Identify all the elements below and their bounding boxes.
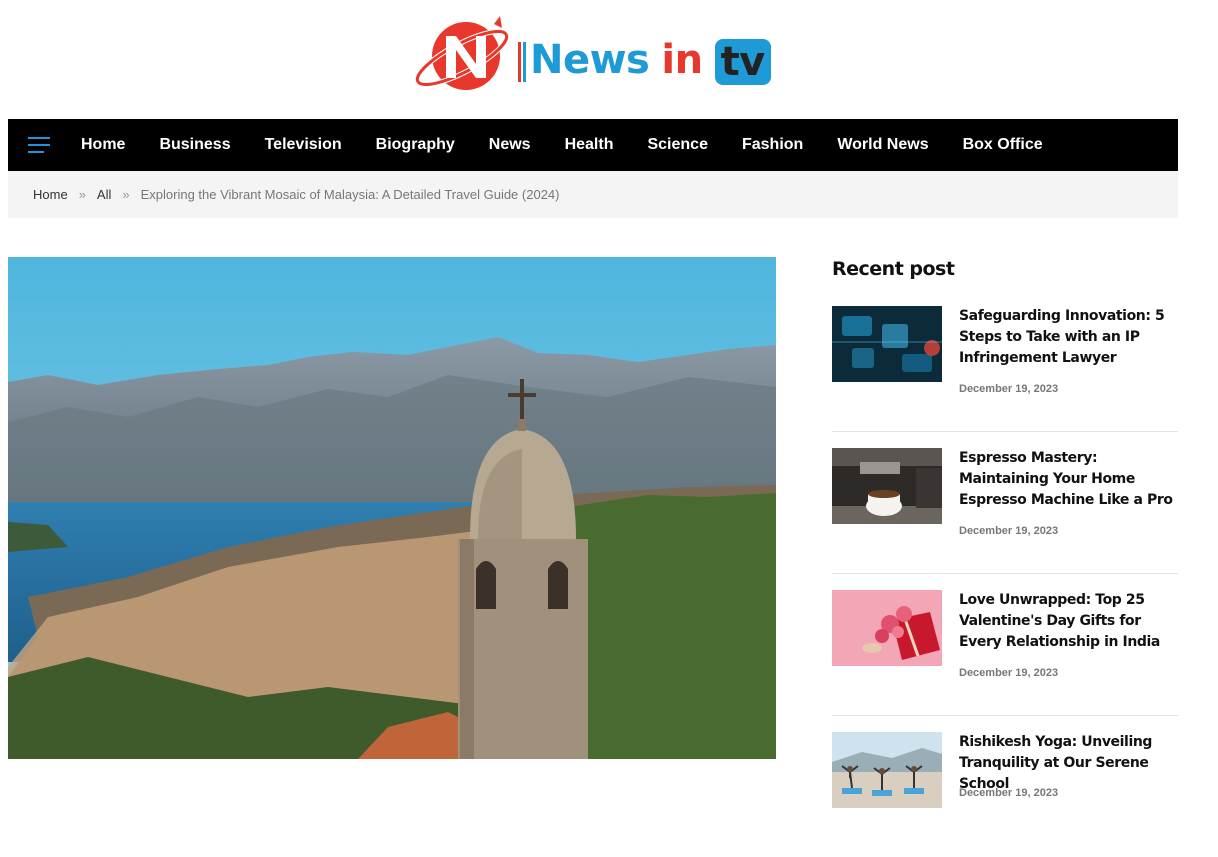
recent-post-item: Safeguarding Innovation: 5 Steps to Take…	[832, 306, 1178, 432]
logo-text: News in tv	[516, 34, 771, 86]
logo-word-tv: tv	[714, 39, 771, 85]
logo-word-news: News	[530, 37, 650, 83]
nav-item-fashion[interactable]: Fashion	[725, 119, 820, 171]
recent-post-item: Espresso Mastery: Maintaining Your Home …	[832, 448, 1178, 574]
nav-item-home[interactable]: Home	[64, 119, 142, 171]
post-title-link[interactable]: Rishikesh Yoga: Unveiling Tranquility at…	[959, 732, 1178, 795]
post-date: December 19, 2023	[959, 787, 1059, 799]
nav-item-business[interactable]: Business	[142, 119, 247, 171]
breadcrumb-separator: »	[78, 187, 86, 202]
nav-item-news[interactable]: News	[472, 119, 548, 171]
nav-item-world-news[interactable]: World News	[820, 119, 945, 171]
hamburger-menu-icon[interactable]	[28, 137, 50, 153]
breadcrumb: Home » All » Exploring the Vibrant Mosai…	[8, 171, 1178, 218]
nav-item-science[interactable]: Science	[630, 119, 724, 171]
breadcrumb-all-link[interactable]: All	[97, 187, 111, 202]
nav-item-biography[interactable]: Biography	[359, 119, 472, 171]
nav-item-television[interactable]: Television	[248, 119, 359, 171]
post-title-link[interactable]: Love Unwrapped: Top 25 Valentine's Day G…	[959, 590, 1178, 653]
site-header: News in tv	[0, 0, 1218, 119]
roses-gift-box-thumbnail	[832, 590, 942, 666]
breadcrumb-current-page: Exploring the Vibrant Mosaic of Malaysia…	[140, 187, 560, 202]
sidebar-recent-posts: Recent post Safeguarding Innovation: 5 S…	[832, 255, 1178, 857]
nav-item-box-office[interactable]: Box Office	[946, 119, 1060, 171]
breadcrumb-home-link[interactable]: Home	[33, 187, 68, 202]
sidebar-title: Recent post	[832, 258, 955, 280]
site-logo[interactable]: News in tv	[410, 14, 771, 98]
logo-word-in: in	[661, 37, 703, 83]
recent-post-item: Love Unwrapped: Top 25 Valentine's Day G…	[832, 590, 1178, 716]
yoga-group-thumbnail	[832, 732, 942, 808]
post-thumbnail[interactable]	[832, 448, 942, 524]
post-date: December 19, 2023	[959, 667, 1059, 679]
post-title-link[interactable]: Espresso Mastery: Maintaining Your Home …	[959, 448, 1178, 511]
post-thumbnail[interactable]	[832, 306, 942, 382]
breadcrumb-separator: »	[122, 187, 130, 202]
nav-item-health[interactable]: Health	[548, 119, 631, 171]
recent-post-item: Rishikesh Yoga: Unveiling Tranquility at…	[832, 732, 1178, 857]
digital-circuit-thumbnail	[832, 306, 942, 382]
mountain-bay-bell-tower-photo	[8, 257, 776, 759]
post-thumbnail[interactable]	[832, 590, 942, 666]
post-date: December 19, 2023	[959, 525, 1059, 537]
nav-menu: Home Business Television Biography News …	[64, 119, 1060, 171]
espresso-machine-thumbnail	[832, 448, 942, 524]
post-date: December 19, 2023	[959, 383, 1059, 395]
post-title-link[interactable]: Safeguarding Innovation: 5 Steps to Take…	[959, 306, 1178, 369]
main-navigation: Home Business Television Biography News …	[8, 119, 1178, 171]
post-thumbnail[interactable]	[832, 732, 942, 808]
globe-n-logo-icon	[414, 16, 510, 90]
featured-image	[8, 257, 776, 759]
